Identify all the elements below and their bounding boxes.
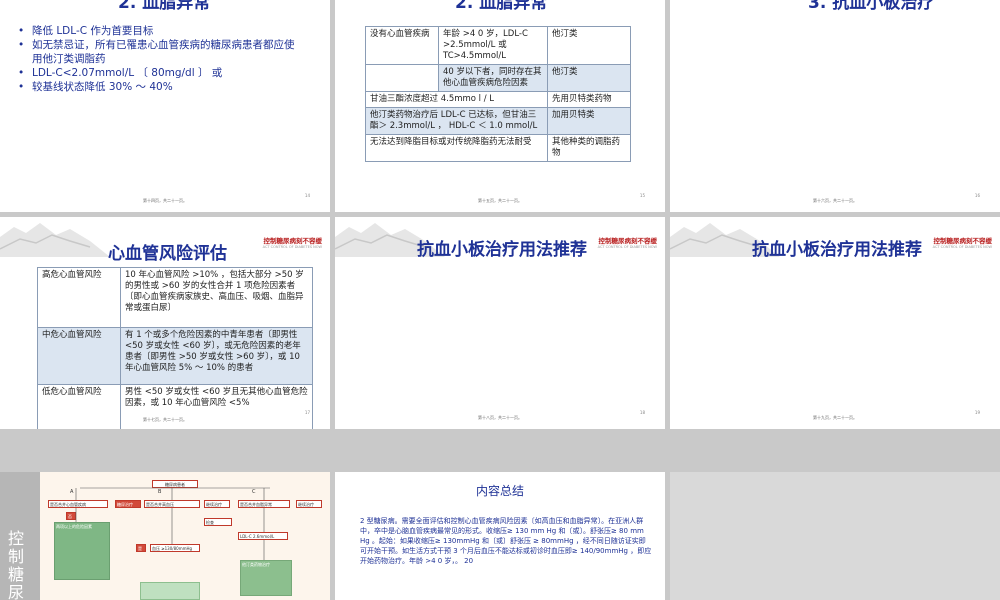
slide-footer: 第十八页，共二十一页。 bbox=[478, 415, 522, 420]
table-cell: 加用贝特类 bbox=[547, 107, 631, 135]
slide-footer: 第十五页，共二十一页。 bbox=[478, 198, 522, 203]
slide-footer: 第十四页，共二十一页。 bbox=[143, 198, 187, 203]
empty-slot bbox=[670, 472, 1000, 600]
table-cell: 他汀类 bbox=[547, 26, 631, 65]
slide-title: 心血管风险评估 bbox=[108, 244, 227, 264]
brand-subtitle: ACT CONTROL OF DIABETES NOW bbox=[262, 245, 322, 249]
table-cell: 40 岁以下者，同时存在其他心血管疾病危险因素 bbox=[438, 64, 548, 92]
table-cell: 10 年心血管风险 >10% ，包括大部分 >50 岁的男性或 >60 岁的女性… bbox=[120, 267, 313, 328]
table-cell: 他汀类 bbox=[547, 64, 631, 92]
slide-sidebar: 控制糖尿 bbox=[0, 472, 40, 600]
table-cell: 高危心血管风险 bbox=[37, 267, 121, 328]
brand-subtitle: ACT CONTROL OF DIABETES NOW bbox=[597, 245, 657, 249]
bullet-item: 降低 LDL-C 作为首要目标 bbox=[18, 24, 302, 38]
slide-footer: 第十七页，共二十一页。 bbox=[143, 417, 187, 422]
bullet-list: 降低 LDL-C 作为首要目标 如无禁忌证，所有已罹患心血管疾病的糖尿病患者都应… bbox=[18, 24, 302, 94]
summary-text: 2 型糖尿病。需要全面评估和控制心血管疾病风险因素〔如高血压和血脂异常〕。在亚洲… bbox=[360, 517, 652, 565]
slide-title: 抗血小板治疗用法推荐 bbox=[752, 240, 922, 260]
table-cell: 其他种类的调脂药物 bbox=[547, 134, 631, 162]
slide-16[interactable]: 3. 抗血小板治疗 第十六页，共二十一页。 16 bbox=[670, 0, 1000, 212]
table-cell: 中危心血管风险 bbox=[37, 327, 121, 385]
page-number: 18 bbox=[639, 410, 645, 415]
slide-summary[interactable]: 内容总结 2 型糖尿病。需要全面评估和控制心血管疾病风险因素〔如高血压和血脂异常… bbox=[335, 472, 665, 600]
slide-title: 2. 血脂异常 bbox=[118, 0, 211, 13]
slide-header: 抗血小板治疗用法推荐 控制糖尿病刻不容缓 ACT CONTROL OF DIAB… bbox=[670, 217, 1000, 265]
table-cell: 年龄 >4 0 岁，LDL-C >2.5mmol/L 或 TC>4.5mmol/… bbox=[438, 26, 548, 65]
brand-subtitle: ACT CONTROL OF DIABETES NOW bbox=[932, 245, 992, 249]
table-cell: 先用贝特类药物 bbox=[547, 91, 631, 108]
brand-logo: 控制糖尿病刻不容缓 bbox=[933, 237, 993, 245]
table-cell: 没有心血管疾病 bbox=[365, 26, 439, 65]
bullet-item: 如无禁忌证，所有已罹患心血管疾病的糖尿病患者都应使用他汀类调脂药 bbox=[18, 38, 302, 66]
sidebar-text: 控制糖尿 bbox=[8, 529, 25, 600]
flowchart: 糖尿病患者 A B C 是否合并心血管疾病 糖尿治疗 是否合并高血压 继续治疗 … bbox=[40, 472, 330, 600]
great-wall-icon bbox=[0, 223, 110, 257]
slide-footer: 第十九页，共二十一页。 bbox=[813, 415, 857, 420]
page-number: 15 bbox=[639, 193, 645, 198]
table-cell: 有 1 个或多个危险因素的中青年患者〔即男性 <50 岁或女性 <60 岁〕，或… bbox=[120, 327, 313, 385]
brand-logo: 控制糖尿病刻不容缓 bbox=[263, 237, 323, 245]
bullet-item: 较基线状态降低 30% ～ 40% bbox=[18, 80, 302, 94]
table-cell: 他汀类药物治疗后 LDL-C 已达标，但甘油三酯＞ 2.3mmol/L ， HD… bbox=[365, 107, 548, 135]
slide-title: 抗血小板治疗用法推荐 bbox=[417, 240, 587, 260]
slide-header: 心血管风险评估 控制糖尿病刻不容缓 ACT CONTROL OF DIABETE… bbox=[0, 217, 330, 265]
slide-footer: 第十六页，共二十一页。 bbox=[813, 198, 857, 203]
lipid-table: 没有心血管疾病 年龄 >4 0 岁，LDL-C >2.5mmol/L 或 TC>… bbox=[365, 26, 631, 162]
slide-title: 3. 抗血小板治疗 bbox=[808, 0, 935, 13]
slide-header: 抗血小板治疗用法推荐 控制糖尿病刻不容缓 ACT CONTROL OF DIAB… bbox=[335, 217, 665, 265]
table-cell bbox=[365, 64, 439, 92]
slide-17[interactable]: 心血管风险评估 控制糖尿病刻不容缓 ACT CONTROL OF DIABETE… bbox=[0, 217, 330, 429]
slide-15[interactable]: 2. 血脂异常 没有心血管疾病 年龄 >4 0 岁，LDL-C >2.5mmol… bbox=[335, 0, 665, 212]
slide-title: 2. 血脂异常 bbox=[455, 0, 548, 13]
table-cell: 甘油三酯浓度超过 4.5mmo l / L bbox=[365, 91, 548, 108]
risk-table: 高危心血管风险 10 年心血管风险 >10% ，包括大部分 >50 岁的男性或 … bbox=[37, 267, 313, 429]
page-number: 17 bbox=[304, 410, 310, 415]
brand-logo: 控制糖尿病刻不容缓 bbox=[598, 237, 658, 245]
slide-14[interactable]: 2. 血脂异常 降低 LDL-C 作为首要目标 如无禁忌证，所有已罹患心血管疾病… bbox=[0, 0, 330, 212]
page-number: 16 bbox=[974, 193, 980, 198]
slide-19[interactable]: 抗血小板治疗用法推荐 控制糖尿病刻不容缓 ACT CONTROL OF DIAB… bbox=[670, 217, 1000, 429]
page-number: 14 bbox=[304, 193, 310, 198]
slide-flowchart[interactable]: 控制糖尿 糖尿病患者 A B C 是否合并心血管疾病 糖尿治疗 是否合并高血压 … bbox=[0, 472, 330, 600]
slide-18[interactable]: 抗血小板治疗用法推荐 控制糖尿病刻不容缓 ACT CONTROL OF DIAB… bbox=[335, 217, 665, 429]
page-number: 19 bbox=[974, 410, 980, 415]
table-cell: 无法达到降脂目标或对传统降脂药无法耐受 bbox=[365, 134, 548, 162]
flow-connectors bbox=[75, 487, 270, 560]
bullet-item: LDL-C<2.07mmol/L 〔 80mg/dl 〕 或 bbox=[18, 66, 302, 80]
summary-title: 内容总结 bbox=[475, 484, 524, 498]
